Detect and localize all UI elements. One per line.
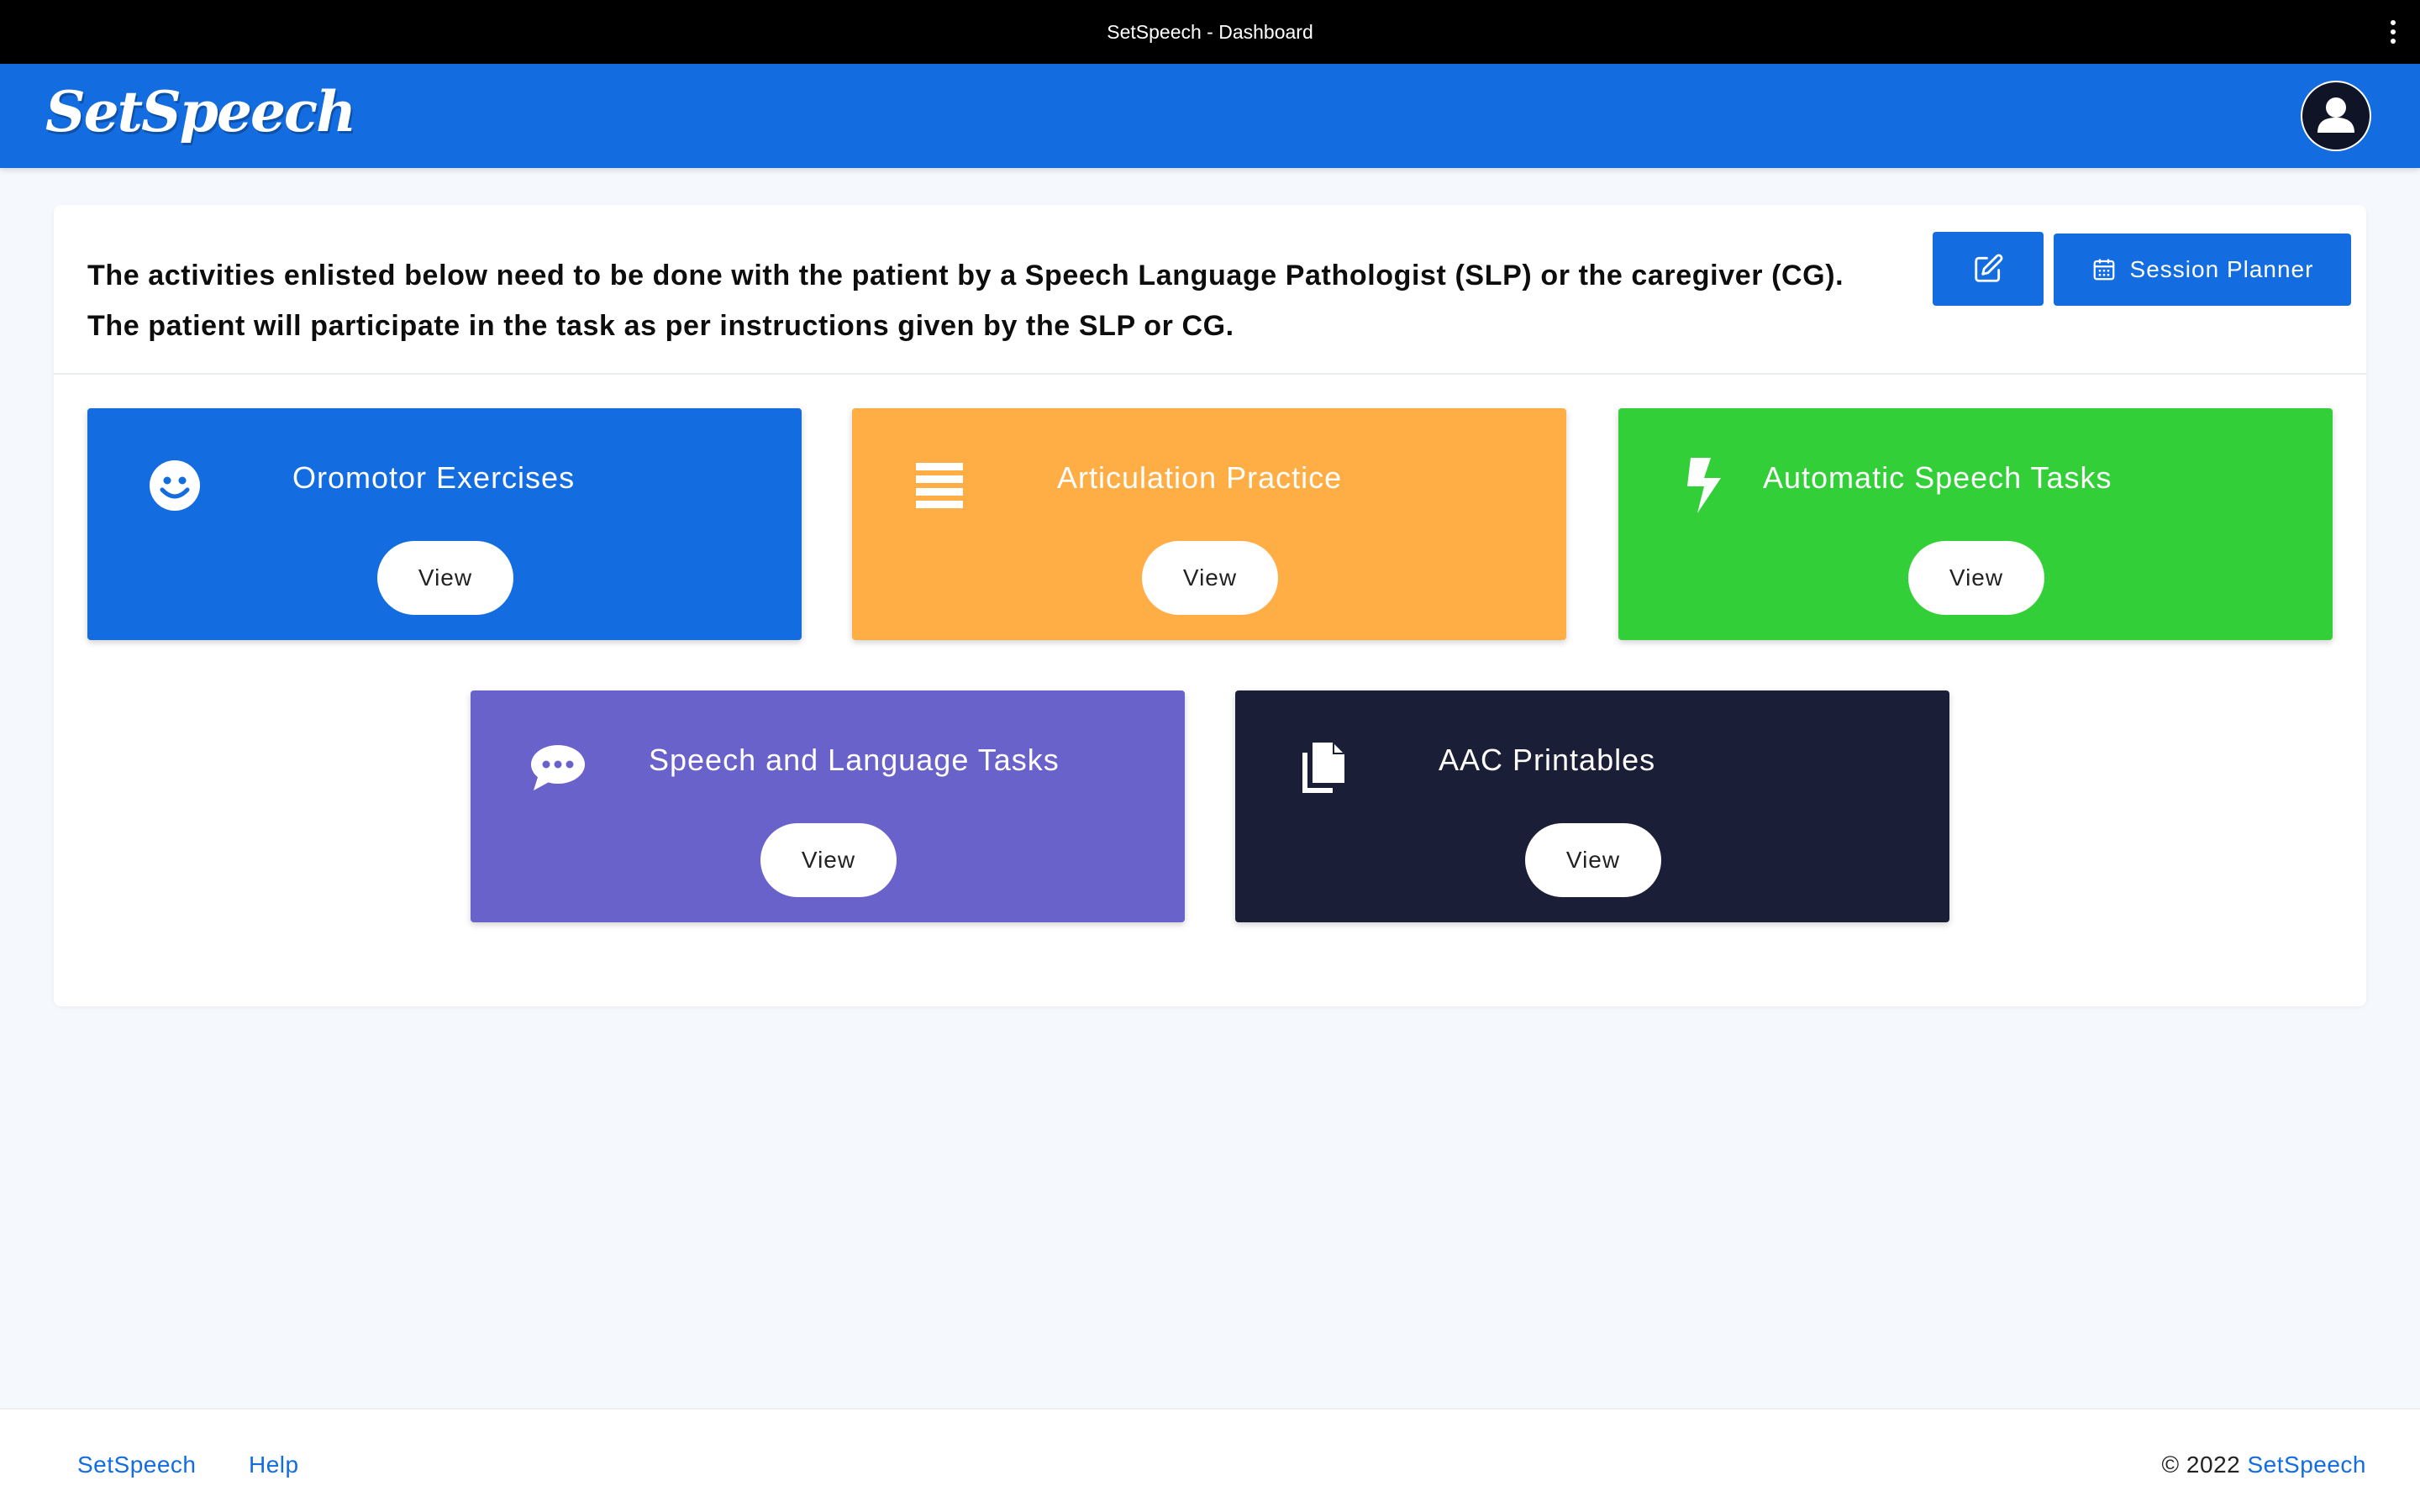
user-avatar-icon[interactable]	[2301, 81, 2371, 151]
activity-card-articulation[interactable]: Articulation Practice View	[852, 408, 1566, 640]
view-button[interactable]: View	[1142, 541, 1278, 615]
activity-title: Oromotor Exercises	[292, 460, 576, 495]
app-window: SetSpeech - Dashboard SetSpeech The acti…	[0, 0, 2420, 1512]
app-header: SetSpeech	[0, 64, 2420, 168]
divider	[54, 373, 2366, 375]
calendar-icon	[2093, 259, 2114, 281]
copyright: © 2022 SetSpeech	[2162, 1452, 2366, 1478]
activity-title: Articulation Practice	[1057, 460, 1343, 495]
session-planner-label: Session Planner	[2129, 256, 2314, 282]
instructions-line-1: The activities enlisted below need to be…	[87, 260, 1844, 291]
view-button[interactable]: View	[760, 823, 897, 897]
activity-card-automatic-speech[interactable]: Automatic Speech Tasks View	[1618, 408, 2333, 640]
footer-link-help[interactable]: Help	[249, 1452, 299, 1478]
logo[interactable]: SetSpeech	[45, 79, 356, 144]
more-options-icon[interactable]	[2390, 20, 2396, 44]
view-button[interactable]: View	[377, 541, 513, 615]
copyright-prefix: © 2022	[2161, 1452, 2248, 1478]
footer-link-setspeech[interactable]: SetSpeech	[77, 1452, 197, 1478]
activities-panel: The activities enlisted below need to be…	[54, 205, 2366, 1006]
instructions-text: The activities enlisted below need to be…	[87, 250, 1919, 351]
activity-title: AAC Printables	[1439, 743, 1656, 777]
window-titlebar: SetSpeech - Dashboard	[0, 0, 2420, 64]
copyright-brand-link[interactable]: SetSpeech	[2248, 1452, 2367, 1478]
instructions-line-2: The patient will participate in the task…	[87, 310, 1234, 342]
view-button[interactable]: View	[1525, 823, 1661, 897]
activity-card-speech-language[interactable]: Speech and Language Tasks View	[471, 690, 1185, 922]
edit-button[interactable]	[1933, 232, 2044, 306]
activity-card-aac-printables[interactable]: AAC Printables View	[1235, 690, 1949, 922]
activity-card-oromotor[interactable]: Oromotor Exercises View	[87, 408, 802, 640]
footer: SetSpeech Help © 2022 SetSpeech	[0, 1408, 2420, 1512]
activity-title: Automatic Speech Tasks	[1763, 460, 2112, 495]
edit-icon	[1975, 254, 2003, 282]
session-planner-button[interactable]: Session Planner	[2054, 234, 2351, 306]
view-button[interactable]: View	[1908, 541, 2044, 615]
activity-title: Speech and Language Tasks	[649, 743, 1060, 777]
window-title: SetSpeech - Dashboard	[1107, 20, 1313, 43]
